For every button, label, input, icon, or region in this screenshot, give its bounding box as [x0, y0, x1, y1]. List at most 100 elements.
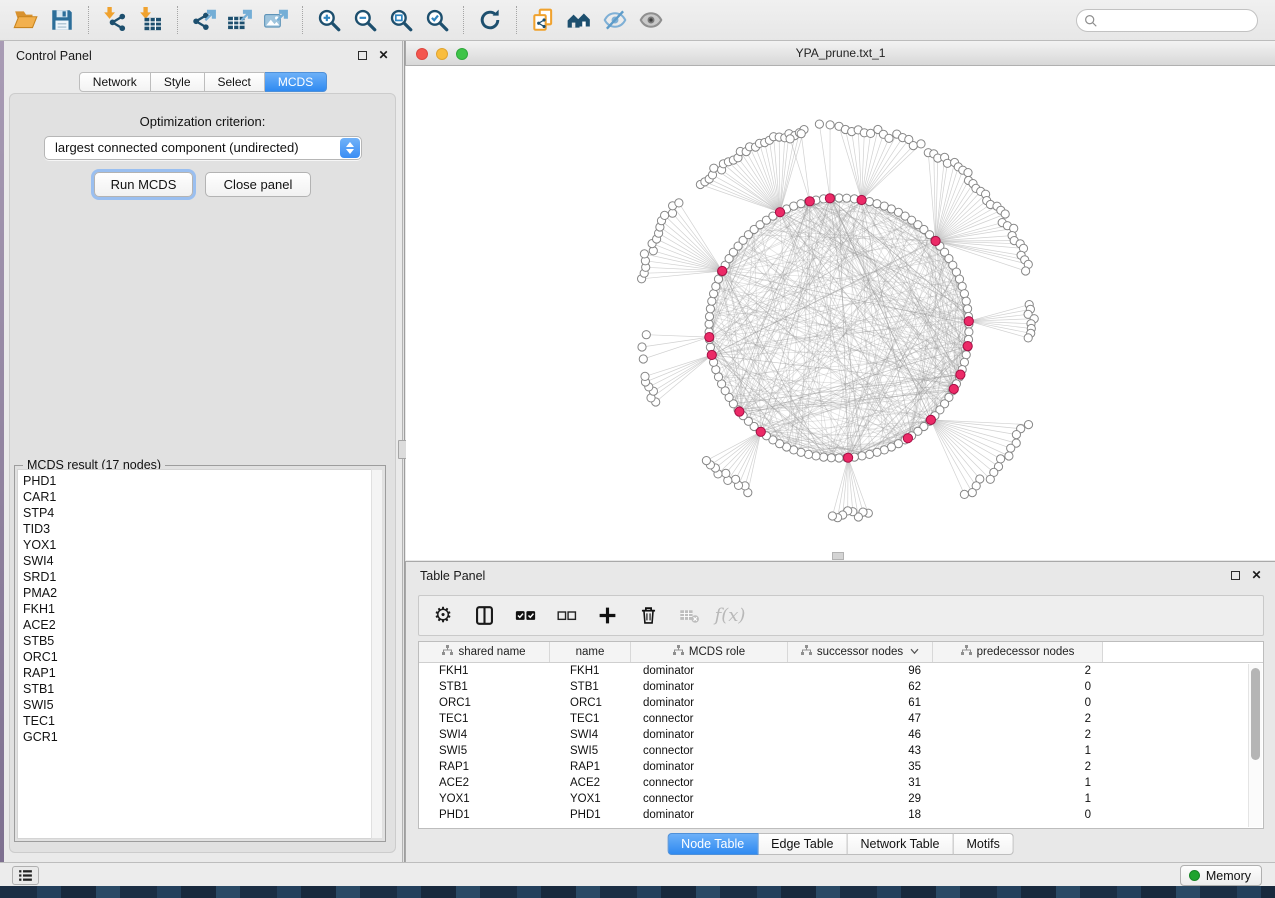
- cell-shared_name[interactable]: SWI4: [419, 729, 550, 741]
- export-image-button[interactable]: [258, 4, 294, 36]
- search-input[interactable]: [1098, 13, 1257, 29]
- cell-successor_nodes[interactable]: 35: [788, 761, 933, 773]
- cell-mcds_role[interactable]: connector: [631, 713, 788, 725]
- cell-predecessor_nodes[interactable]: 2: [933, 713, 1103, 725]
- import-network-button[interactable]: [97, 4, 133, 36]
- cell-name[interactable]: RAP1: [550, 761, 631, 773]
- close-table-panel-icon[interactable]: ✕: [1251, 570, 1262, 581]
- function-builder-button[interactable]: f(x): [718, 603, 742, 629]
- cell-predecessor_nodes[interactable]: 1: [933, 793, 1103, 805]
- cell-shared_name[interactable]: PHD1: [419, 809, 550, 821]
- table-row[interactable]: PHD1PHD1dominator180: [419, 807, 1248, 823]
- tab-style[interactable]: Style: [151, 72, 205, 92]
- cell-name[interactable]: TEC1: [550, 713, 631, 725]
- table-row[interactable]: TEC1TEC1connector472: [419, 711, 1248, 727]
- cell-mcds_role[interactable]: connector: [631, 745, 788, 757]
- cell-shared_name[interactable]: RAP1: [419, 761, 550, 773]
- mcds-result-item[interactable]: FKH1: [23, 601, 382, 617]
- cell-name[interactable]: YOX1: [550, 793, 631, 805]
- cell-predecessor_nodes[interactable]: 1: [933, 745, 1103, 757]
- mcds-result-item[interactable]: ORC1: [23, 649, 382, 665]
- hide-selected-button[interactable]: [597, 4, 633, 36]
- panel-menu-button[interactable]: [12, 866, 39, 885]
- tab-network[interactable]: Network: [79, 72, 151, 92]
- cell-predecessor_nodes[interactable]: 0: [933, 697, 1103, 709]
- column-header-successor-nodes[interactable]: successor nodes: [788, 642, 933, 662]
- cell-predecessor_nodes[interactable]: 2: [933, 729, 1103, 741]
- mcds-result-item[interactable]: STP4: [23, 505, 382, 521]
- optimization-criterion-select[interactable]: largest connected component (undirected): [44, 136, 362, 160]
- table-scrollbar-thumb[interactable]: [1251, 668, 1260, 760]
- select-all-button[interactable]: [513, 603, 537, 629]
- cell-shared_name[interactable]: STB1: [419, 681, 550, 693]
- horizontal-splitter-handle[interactable]: [832, 552, 844, 560]
- table-scrollbar[interactable]: [1248, 664, 1262, 827]
- cell-name[interactable]: SWI4: [550, 729, 631, 741]
- network-canvas[interactable]: [406, 66, 1275, 560]
- cell-successor_nodes[interactable]: 43: [788, 745, 933, 757]
- mcds-result-item[interactable]: GCR1: [23, 729, 382, 745]
- first-neighbors-button[interactable]: [561, 4, 597, 36]
- column-header-shared-name[interactable]: shared name: [419, 642, 550, 662]
- cell-predecessor_nodes[interactable]: 0: [933, 681, 1103, 693]
- import-table-button[interactable]: [133, 4, 169, 36]
- tab-node-table[interactable]: Node Table: [667, 833, 758, 855]
- memory-button[interactable]: Memory: [1180, 865, 1262, 886]
- mcds-result-item[interactable]: SWI5: [23, 697, 382, 713]
- cell-successor_nodes[interactable]: 46: [788, 729, 933, 741]
- tab-edge-table[interactable]: Edge Table: [758, 833, 847, 855]
- open-button[interactable]: [8, 4, 44, 36]
- search-box[interactable]: [1076, 9, 1258, 32]
- cell-predecessor_nodes[interactable]: 2: [933, 761, 1103, 773]
- table-row[interactable]: RAP1RAP1dominator352: [419, 759, 1248, 775]
- table-row[interactable]: FKH1FKH1dominator962: [419, 663, 1248, 679]
- gear-button[interactable]: ⚙: [431, 603, 455, 629]
- mcds-result-item[interactable]: SWI4: [23, 553, 382, 569]
- cell-shared_name[interactable]: FKH1: [419, 665, 550, 677]
- add-column-button[interactable]: [595, 603, 619, 629]
- cell-name[interactable]: STB1: [550, 681, 631, 693]
- mcds-result-item[interactable]: PHD1: [23, 473, 382, 489]
- split-view-button[interactable]: [472, 603, 496, 629]
- close-panel-icon[interactable]: ✕: [378, 50, 389, 61]
- cell-mcds_role[interactable]: dominator: [631, 729, 788, 741]
- delete-column-button[interactable]: [636, 603, 660, 629]
- cell-mcds_role[interactable]: dominator: [631, 809, 788, 821]
- column-header-name[interactable]: name: [550, 642, 631, 662]
- table-row[interactable]: SWI4SWI4dominator462: [419, 727, 1248, 743]
- cell-successor_nodes[interactable]: 96: [788, 665, 933, 677]
- mcds-result-item[interactable]: RAP1: [23, 665, 382, 681]
- mcds-result-item[interactable]: YOX1: [23, 537, 382, 553]
- tab-network-table[interactable]: Network Table: [848, 833, 954, 855]
- zoom-selected-button[interactable]: [419, 4, 455, 36]
- cell-shared_name[interactable]: ACE2: [419, 777, 550, 789]
- copy-network-button[interactable]: [525, 4, 561, 36]
- tab-motifs[interactable]: Motifs: [953, 833, 1013, 855]
- cell-shared_name[interactable]: ORC1: [419, 697, 550, 709]
- cell-successor_nodes[interactable]: 18: [788, 809, 933, 821]
- tab-mcds[interactable]: MCDS: [265, 72, 327, 92]
- mcds-result-item[interactable]: TID3: [23, 521, 382, 537]
- table-row[interactable]: STB1STB1dominator620: [419, 679, 1248, 695]
- cell-successor_nodes[interactable]: 29: [788, 793, 933, 805]
- cell-mcds_role[interactable]: dominator: [631, 697, 788, 709]
- table-row[interactable]: SWI5SWI5connector431: [419, 743, 1248, 759]
- table-row[interactable]: ORC1ORC1dominator610: [419, 695, 1248, 711]
- cell-name[interactable]: SWI5: [550, 745, 631, 757]
- cell-mcds_role[interactable]: dominator: [631, 665, 788, 677]
- mcds-result-item[interactable]: CAR1: [23, 489, 382, 505]
- run-mcds-button[interactable]: Run MCDS: [94, 172, 193, 197]
- delete-table-button[interactable]: [677, 603, 701, 629]
- cell-successor_nodes[interactable]: 61: [788, 697, 933, 709]
- save-button[interactable]: [44, 4, 80, 36]
- zoom-out-button[interactable]: [347, 4, 383, 36]
- network-window-titlebar[interactable]: YPA_prune.txt_1: [405, 41, 1275, 66]
- cell-name[interactable]: ACE2: [550, 777, 631, 789]
- cell-name[interactable]: ORC1: [550, 697, 631, 709]
- export-network-button[interactable]: [186, 4, 222, 36]
- cell-mcds_role[interactable]: dominator: [631, 681, 788, 693]
- cell-successor_nodes[interactable]: 47: [788, 713, 933, 725]
- mcds-result-item[interactable]: STB1: [23, 681, 382, 697]
- cell-shared_name[interactable]: YOX1: [419, 793, 550, 805]
- cell-name[interactable]: PHD1: [550, 809, 631, 821]
